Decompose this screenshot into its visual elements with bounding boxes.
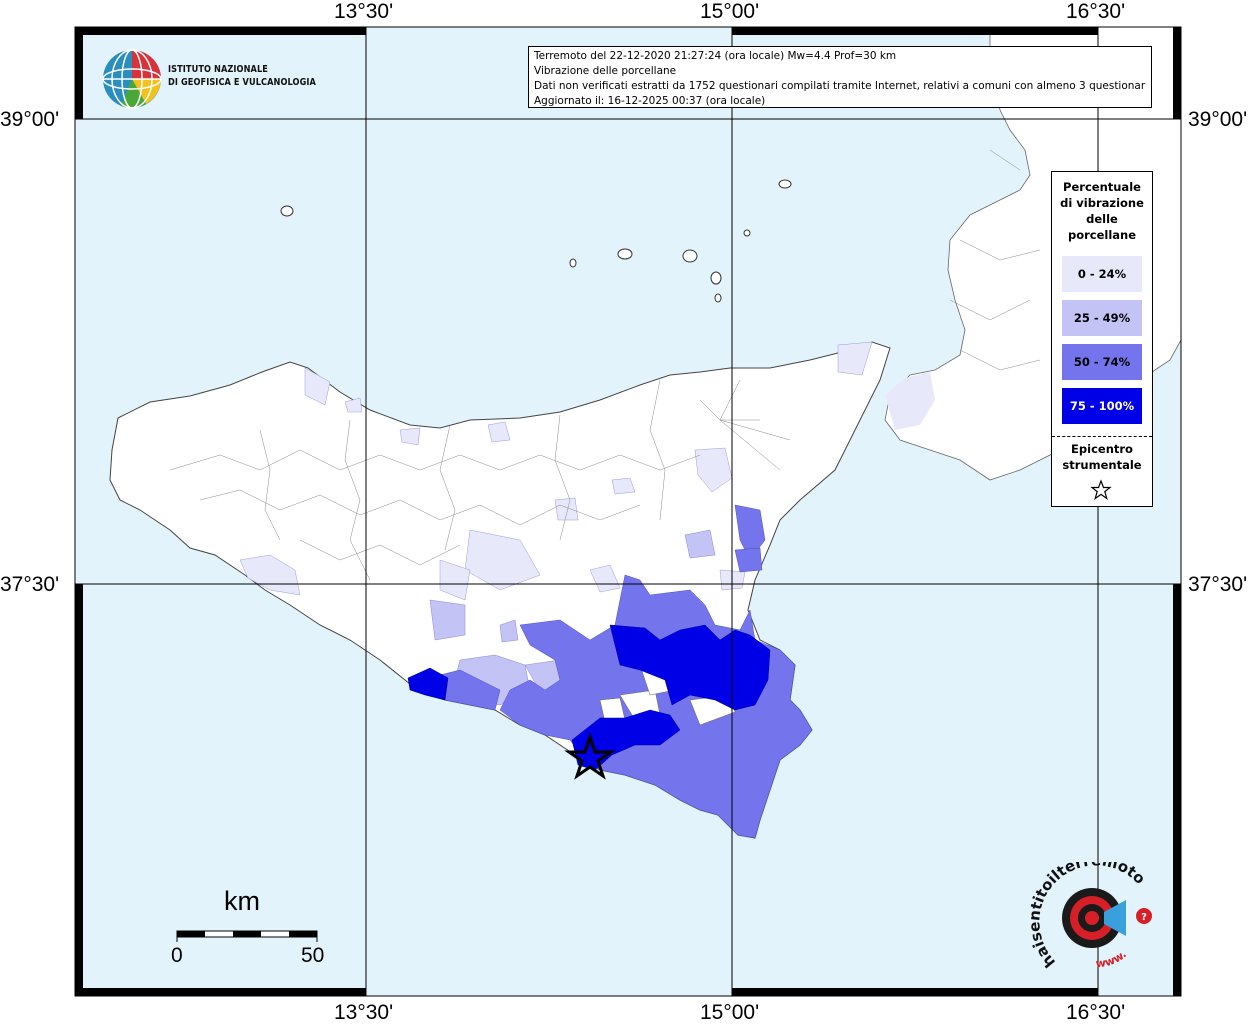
data-note: Dati non verificati estratti da 1752 que… xyxy=(534,80,1146,92)
hsit-logo: ? haisentitoilterremoto.it www. xyxy=(1022,848,1166,982)
legend-title: Percentuale di vibrazione delle porcella… xyxy=(1052,179,1152,243)
globe-icon xyxy=(102,49,162,109)
legend-epicenter-label: Epicentro strumentale xyxy=(1052,441,1152,473)
lon-label-bottom-2: 15°00' xyxy=(700,1001,760,1024)
ingv-name: ISTITUTO NAZIONALE DI GEOFISICA E VULCAN… xyxy=(168,63,316,89)
event-info-box: Terremoto del 22-12-2020 21:27:24 (ora l… xyxy=(528,46,1152,108)
lat-label-right-2: 37°30' xyxy=(1188,573,1248,596)
lon-label-bottom-3: 16°30' xyxy=(1066,1001,1126,1024)
ingv-name-line2: DI GEOFISICA E VULCANOLOGIA xyxy=(168,77,316,88)
map-subject: Vibrazione delle porcellane xyxy=(534,65,677,77)
legend-item-50-74: 50 - 74% xyxy=(1062,344,1142,380)
scale-max: 50 xyxy=(301,944,325,967)
updated-date: Aggiornato il: 16-12-2025 00:37 (ora loc… xyxy=(534,95,766,107)
legend-epicenter-text: Epicentro strumentale xyxy=(1062,442,1142,472)
event-title: Terremoto del 22-12-2020 21:27:24 (ora l… xyxy=(534,50,897,62)
scale-unit: km xyxy=(224,886,260,916)
hsit-logo-www: www. xyxy=(1095,948,1129,971)
lon-label-top-2: 15°00' xyxy=(700,0,760,23)
lon-label-bottom-1: 13°30' xyxy=(334,1001,394,1024)
lat-label-left-1: 39°00' xyxy=(0,108,60,131)
legend-item-25-49: 25 - 49% xyxy=(1062,300,1142,336)
legend-item-75-100: 75 - 100% xyxy=(1062,388,1142,424)
legend-title-text: Percentuale di vibrazione delle porcella… xyxy=(1060,180,1144,242)
legend: Percentuale di vibrazione delle porcella… xyxy=(1051,171,1153,507)
lat-label-left-2: 37°30' xyxy=(0,573,60,596)
lat-label-right-1: 39°00' xyxy=(1188,108,1248,131)
star-icon xyxy=(1090,479,1112,500)
ingv-name-line1: ISTITUTO NAZIONALE xyxy=(168,64,268,75)
legend-item-0-24: 0 - 24% xyxy=(1062,256,1142,292)
target-megaphone-icon: ? haisentitoilterremoto.it www. xyxy=(1022,848,1152,971)
legend-separator xyxy=(1052,436,1152,437)
scale-min: 0 xyxy=(171,944,183,967)
scale-bar: km 0 50 xyxy=(160,886,340,976)
lon-label-top-1: 13°30' xyxy=(334,0,394,23)
svg-text:?: ? xyxy=(1141,912,1147,923)
lon-label-top-3: 16°30' xyxy=(1066,0,1126,23)
